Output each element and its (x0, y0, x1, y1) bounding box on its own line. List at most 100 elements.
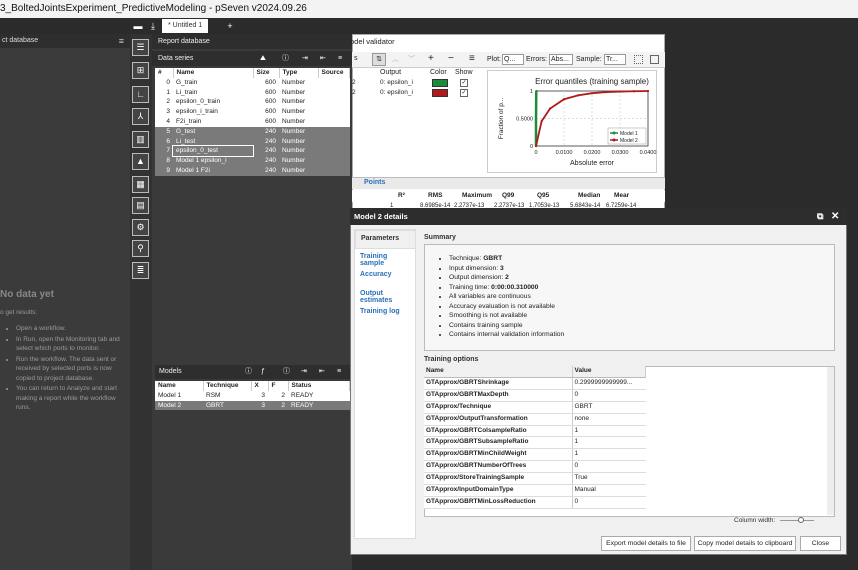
selection-icon[interactable] (634, 55, 643, 64)
tab-points[interactable]: Points (364, 179, 385, 186)
series-name: G_train (176, 78, 198, 86)
summary-value: 0:00:00.310000 (491, 283, 539, 291)
table-row[interactable]: 5 G_test 240 Number (155, 126, 350, 137)
menu-icon[interactable]: ≡ (119, 34, 124, 48)
info-circle-icon[interactable]: ⓘ (283, 365, 290, 379)
add-icon[interactable]: + (428, 53, 434, 64)
option-row[interactable]: GTApprox/OutputTransformation none (424, 413, 646, 426)
close-icon[interactable]: ✕ (831, 208, 839, 225)
option-row[interactable]: GTApprox/GBRTMinLossReduction 0 (424, 496, 646, 509)
table-row[interactable]: 9 Model 1 F2i 240 Number (155, 165, 350, 176)
table-row[interactable]: Model 1 RSM 3 2 READY (155, 391, 350, 401)
option-row[interactable]: GTApprox/GBRTMaxDepth 0 (424, 389, 646, 402)
table-row[interactable]: 0 G_train 600 Number (155, 78, 350, 88)
table-row[interactable]: 4 F2i_train 600 Number (155, 117, 350, 127)
option-row[interactable]: GTApprox/InputDomainType Manual (424, 484, 646, 497)
column-header[interactable]: Technique (203, 381, 252, 391)
show-checkbox[interactable]: ✓ (460, 79, 468, 87)
document-tab[interactable]: * Untitled 1 (162, 19, 209, 33)
table-row[interactable]: 1 Li_train 600 Number (155, 88, 350, 98)
plot-select[interactable]: Q... (502, 54, 524, 65)
column-header[interactable]: F (268, 381, 289, 391)
menu-icon[interactable]: ≡ (337, 365, 341, 379)
color-swatch[interactable] (432, 89, 448, 97)
column-header[interactable]: X (251, 381, 269, 391)
table-row[interactable]: 8 Model 1 epsilon_i 240 Number (155, 156, 350, 166)
nav-training-sample[interactable]: Training sample (355, 249, 415, 268)
menu-icon[interactable]: ≡ (469, 53, 475, 64)
column-header[interactable]: Name (424, 366, 573, 378)
column-header[interactable]: Size (253, 68, 280, 78)
sample-select[interactable]: Tr... (604, 54, 626, 65)
copy-details-button[interactable]: Copy model details to clipboard (694, 536, 796, 551)
info-icon[interactable]: ⓘ (245, 365, 252, 379)
option-row[interactable]: GTApprox/GBRTSubsampleRatio 1 (424, 436, 646, 450)
errors-select[interactable]: Abs... (549, 54, 573, 65)
matrix-icon[interactable]: ▤ (132, 197, 149, 214)
fx-icon[interactable]: ƒ (261, 365, 265, 379)
chevron-down-icon[interactable]: ﹀ (408, 54, 415, 64)
column-header[interactable]: Value (572, 366, 646, 378)
option-row[interactable]: GTApprox/GBRTShrinkage 0.2999999999999... (424, 377, 646, 390)
search-model-icon[interactable]: ⚲ (132, 240, 149, 257)
column-header[interactable]: Type (279, 68, 319, 78)
histogram-icon[interactable]: ▲ (132, 153, 149, 170)
option-row[interactable]: GTApprox/GBRTNumberOfTrees 0 (424, 460, 646, 474)
nav-parameters[interactable]: Parameters (355, 230, 415, 249)
sample-icon[interactable]: ▦ (132, 176, 149, 193)
summary-key: Output dimension: (449, 274, 506, 281)
export-icon[interactable]: ⇤ (319, 365, 325, 379)
sort-icon[interactable]: ⇅ (372, 53, 386, 66)
table-row[interactable]: 7 epsilon_0_test 240 Number (155, 145, 350, 158)
tree-icon[interactable]: ⊞ (132, 62, 149, 79)
info-icon[interactable]: ⓘ (282, 51, 289, 66)
xy-plot-icon[interactable]: ⅄ (132, 108, 149, 125)
y-axis-label: Fraction of p... (498, 98, 505, 140)
table-row[interactable]: 6 Li_test 240 Number (155, 136, 350, 147)
settings-icon[interactable] (650, 55, 659, 64)
slider-handle[interactable] (798, 516, 804, 523)
report-list-icon[interactable]: ≣ (132, 262, 149, 279)
show-checkbox[interactable]: ✓ (460, 89, 468, 97)
table-row[interactable]: 3 epsilon_i_train 600 Number (155, 107, 350, 117)
axis-icon[interactable]: ∟ (132, 86, 149, 103)
column-header[interactable]: # (155, 68, 174, 78)
option-row[interactable]: GTApprox/GBRTColsampleRatio 1 (424, 425, 646, 438)
data-point (534, 144, 538, 148)
option-row[interactable]: GTApprox/StoreTrainingSample True (424, 472, 646, 486)
models-table: Name Technique X F Status Model 1 RSM 3 2 RE… (155, 381, 350, 411)
chart-icon[interactable]: ⛰ (260, 51, 266, 66)
folder-icon[interactable]: ▬ (132, 20, 144, 32)
column-header[interactable]: Status (288, 381, 350, 391)
remove-icon[interactable]: − (448, 53, 454, 64)
import-icon[interactable]: ⇥ (301, 365, 307, 379)
bar-chart-icon[interactable]: ▥ (132, 131, 149, 148)
column-width-slider[interactable] (780, 516, 814, 523)
nav-output-estimates[interactable]: Output estimates (355, 286, 415, 305)
close-button[interactable]: Close (800, 536, 841, 551)
column-header[interactable]: Name (155, 381, 204, 391)
download-icon[interactable]: ⤓ (147, 20, 159, 32)
table-icon[interactable]: ☰ (132, 39, 149, 56)
column-header[interactable]: Name (173, 68, 254, 78)
table-row[interactable]: 2 epsilon_0_train 600 Number (155, 97, 350, 107)
nav-training-log[interactable]: Training log (355, 304, 415, 323)
option-row[interactable]: GTApprox/GBRTMinChildWeight 1 (424, 448, 646, 462)
data-point (604, 91, 608, 94)
chevron-up-icon[interactable]: ︿ (392, 54, 399, 64)
export-details-button[interactable]: Export model details to file (601, 536, 691, 551)
nav-accuracy[interactable]: Accuracy (355, 267, 415, 286)
table-row[interactable]: Model 2 GBRT 3 2 READY (155, 400, 350, 411)
color-swatch[interactable] (432, 79, 448, 87)
undock-icon[interactable]: ⧉ (817, 208, 823, 225)
add-tab-icon[interactable]: + (224, 20, 236, 32)
option-row[interactable]: GTApprox/Technique GBRT (424, 401, 646, 414)
import-icon[interactable]: ⇥ (302, 51, 308, 66)
chart-svg: Error quantiles (training sample) 0 0.0100… (498, 77, 656, 167)
column-header[interactable]: Source (318, 68, 350, 78)
options-scrollbar[interactable] (827, 367, 834, 515)
export-icon[interactable]: ⇤ (320, 51, 326, 66)
model-explorer-icon[interactable]: ⚙ (132, 219, 149, 236)
summary-item: Accuracy evaluation is not available (449, 302, 564, 312)
menu-icon[interactable]: ≡ (338, 51, 342, 66)
